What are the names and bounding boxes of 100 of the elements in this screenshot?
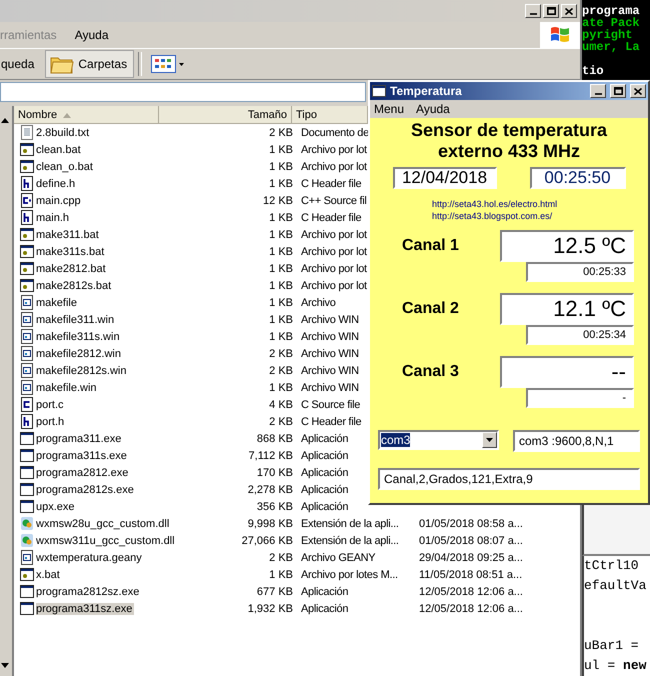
file-size: 1 KB bbox=[269, 314, 293, 326]
batch-file-icon bbox=[20, 227, 34, 242]
file-name[interactable]: makefile2812s.win bbox=[36, 364, 128, 376]
file-name[interactable]: programa311.exe bbox=[36, 432, 124, 444]
file-type: Extensión de la apli... bbox=[301, 518, 399, 530]
file-size: 2 KB bbox=[269, 552, 293, 564]
close-icon bbox=[634, 88, 642, 94]
file-name[interactable]: make2812.bat bbox=[36, 262, 108, 274]
maximize-icon bbox=[546, 7, 556, 15]
file-name[interactable]: make311.bat bbox=[36, 228, 101, 240]
link[interactable]: http://seta43.blogspot.com.es/ bbox=[432, 210, 552, 222]
file-name[interactable]: port.h bbox=[36, 416, 66, 428]
file-type: Archivo WIN bbox=[301, 314, 359, 326]
temperature-value: 12.1 ºC bbox=[500, 293, 634, 325]
file-type: Archivo por lot bbox=[301, 262, 367, 274]
file-name[interactable]: x.bat bbox=[36, 568, 62, 580]
file-name[interactable]: makefile bbox=[36, 296, 79, 308]
maximize-button[interactable] bbox=[610, 84, 626, 98]
file-type: Archivo por lot bbox=[301, 280, 367, 292]
file-name[interactable]: clean.bat bbox=[36, 144, 83, 156]
application-icon bbox=[20, 431, 34, 446]
time-field: 00:25:50 bbox=[530, 167, 626, 189]
menu-item[interactable]: Ayuda bbox=[416, 102, 450, 116]
file-name[interactable]: programa311sz.exe bbox=[36, 602, 134, 614]
batch-file-icon bbox=[20, 278, 34, 293]
file-name[interactable]: 2.8build.txt bbox=[36, 126, 92, 138]
dropdown-arrow-icon bbox=[486, 438, 493, 442]
console-line: ate Pack bbox=[582, 17, 641, 29]
file-name[interactable]: programa311s.exe bbox=[36, 450, 129, 462]
file-size: 2 KB bbox=[269, 364, 293, 376]
column-header[interactable]: Nombre bbox=[14, 106, 159, 123]
header-file-icon bbox=[20, 210, 34, 225]
file-name[interactable]: make311s.bat bbox=[36, 246, 106, 258]
file-size: 2,278 KB bbox=[248, 484, 293, 496]
document-icon bbox=[20, 363, 34, 378]
heading: Sensor de temperatura externo 433 MHz bbox=[410, 120, 608, 162]
file-name[interactable]: makefile311s.win bbox=[36, 330, 122, 342]
toolbar-button[interactable]: Carpetas bbox=[45, 50, 134, 78]
file-type: Archivo por lot bbox=[301, 144, 367, 156]
code-line: uBar1 = bbox=[584, 637, 640, 655]
file-name[interactable]: upx.exe bbox=[36, 500, 77, 512]
address-field[interactable] bbox=[0, 82, 366, 102]
file-type: Documento de bbox=[301, 126, 369, 138]
file-date: 12/05/2018 12:06 a... bbox=[419, 586, 523, 598]
application-icon bbox=[20, 482, 34, 497]
document-icon bbox=[20, 550, 34, 565]
file-name[interactable]: main.h bbox=[36, 212, 72, 224]
document-icon bbox=[20, 295, 34, 310]
file-size: 4 KB bbox=[269, 398, 293, 410]
close-button[interactable] bbox=[630, 84, 646, 98]
file-name[interactable]: wxmsw28u_gcc_custom.dll bbox=[36, 518, 172, 530]
file-name[interactable]: make2812s.bat bbox=[36, 280, 114, 292]
file-name[interactable]: programa2812.exe bbox=[36, 466, 130, 478]
batch-file-icon bbox=[20, 159, 34, 174]
file-name[interactable]: makefile.win bbox=[36, 382, 99, 394]
menu-item[interactable]: Menu bbox=[374, 102, 404, 116]
maximize-button[interactable] bbox=[543, 4, 559, 18]
file-name[interactable]: makefile311.win bbox=[36, 314, 116, 326]
file-size: 27,066 KB bbox=[242, 534, 293, 546]
file-size: 1 KB bbox=[269, 296, 293, 308]
file-type: Archivo WIN bbox=[301, 364, 359, 376]
file-name[interactable]: clean_o.bat bbox=[36, 160, 95, 172]
batch-file-icon bbox=[20, 244, 34, 259]
reading-time: 00:25:34 bbox=[526, 325, 634, 345]
batch-file-icon bbox=[20, 142, 34, 157]
file-name[interactable]: wxtemperatura.geany bbox=[36, 552, 144, 564]
file-name[interactable]: makefile2812.win bbox=[36, 348, 123, 360]
link[interactable]: http://seta43.hol.es/electro.html bbox=[432, 198, 558, 210]
close-button[interactable] bbox=[561, 4, 577, 18]
port-dropdown[interactable]: com3 bbox=[378, 430, 499, 450]
application-icon bbox=[20, 499, 34, 514]
column-header[interactable]: Tamaño bbox=[159, 106, 292, 123]
console-line: tio bbox=[582, 65, 605, 77]
file-type: C Header file bbox=[301, 416, 362, 428]
reading-time: - bbox=[526, 388, 634, 408]
file-name[interactable]: wxmsw311u_gcc_custom.dll bbox=[36, 534, 177, 546]
file-name[interactable]: programa2812s.exe bbox=[36, 484, 136, 496]
cpp-file-icon bbox=[20, 193, 34, 208]
file-type: Archivo por lot bbox=[301, 160, 367, 172]
file-name[interactable]: programa2812sz.exe bbox=[36, 586, 142, 598]
file-date: 12/05/2018 12:06 a... bbox=[419, 602, 523, 614]
file-type: Archivo WIN bbox=[301, 330, 359, 342]
minimize-button[interactable] bbox=[590, 84, 606, 98]
file-size: 1 KB bbox=[269, 228, 293, 240]
file-type: Aplicación bbox=[301, 586, 348, 598]
minimize-button[interactable] bbox=[525, 4, 541, 18]
sort-arrow-icon bbox=[63, 112, 72, 118]
message-field: Canal,2,Grados,121,Extra,9 bbox=[378, 468, 640, 490]
file-size: 1,932 KB bbox=[248, 602, 293, 614]
toolbar-button[interactable]: queda bbox=[0, 50, 42, 78]
file-type: Archivo bbox=[301, 296, 336, 308]
window-icon bbox=[372, 85, 386, 97]
file-type: Archivo por lot bbox=[301, 228, 367, 240]
menu-item[interactable]: Ayuda bbox=[74, 28, 116, 42]
file-name[interactable]: port.c bbox=[36, 398, 66, 410]
file-name[interactable]: main.cpp bbox=[36, 194, 83, 206]
file-name[interactable]: define.h bbox=[36, 178, 78, 190]
header-file-icon bbox=[20, 176, 34, 191]
file-type: Archivo GEANY bbox=[301, 552, 376, 564]
file-type: Archivo WIN bbox=[301, 382, 359, 394]
